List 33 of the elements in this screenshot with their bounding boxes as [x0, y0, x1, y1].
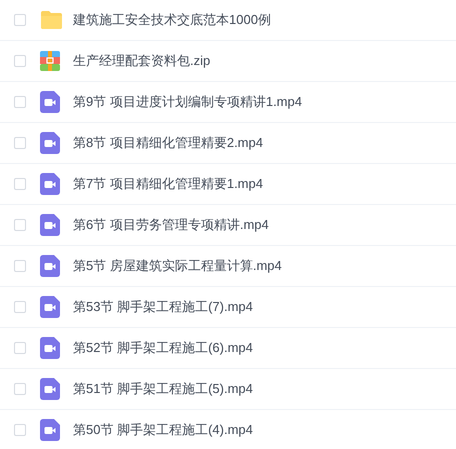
checkbox[interactable] [14, 137, 26, 149]
file-name[interactable]: 建筑施工安全技术交底范本1000例 [73, 10, 271, 30]
checkbox[interactable] [14, 55, 26, 67]
checkbox[interactable] [14, 342, 26, 354]
file-name[interactable]: 第7节 项目精细化管理精要1.mp4 [73, 174, 263, 194]
video-file-icon [40, 214, 60, 236]
file-name[interactable]: 第6节 项目劳务管理专项精讲.mp4 [73, 215, 269, 235]
folder-icon [40, 10, 63, 30]
video-file-icon [40, 132, 60, 154]
file-name[interactable]: 第50节 脚手架工程施工(4).mp4 [73, 420, 253, 440]
file-name[interactable]: 第8节 项目精细化管理精要2.mp4 [73, 133, 263, 153]
file-name[interactable]: 第9节 项目进度计划编制专项精讲1.mp4 [73, 92, 302, 112]
video-file-icon [40, 173, 60, 195]
checkbox[interactable] [14, 178, 26, 190]
checkbox[interactable] [14, 14, 26, 26]
checkbox[interactable] [14, 383, 26, 395]
file-name[interactable]: 第53节 脚手架工程施工(7).mp4 [73, 297, 253, 317]
file-name[interactable]: 第52节 脚手架工程施工(6).mp4 [73, 338, 253, 358]
file-name[interactable]: 第5节 房屋建筑实际工程量计算.mp4 [73, 256, 282, 276]
video-file-icon [40, 337, 60, 359]
video-file-icon [40, 296, 60, 318]
file-name[interactable]: 第51节 脚手架工程施工(5).mp4 [73, 379, 253, 399]
checkbox[interactable] [14, 219, 26, 231]
video-file-icon [40, 255, 60, 277]
video-file-icon [40, 378, 60, 400]
archive-icon [40, 51, 60, 71]
checkbox[interactable] [14, 424, 26, 436]
checkbox[interactable] [14, 260, 26, 272]
checkbox[interactable] [14, 301, 26, 313]
video-file-icon [40, 91, 60, 113]
file-name[interactable]: 生产经理配套资料包.zip [73, 51, 210, 71]
checkbox[interactable] [14, 96, 26, 108]
video-file-icon [40, 419, 60, 441]
